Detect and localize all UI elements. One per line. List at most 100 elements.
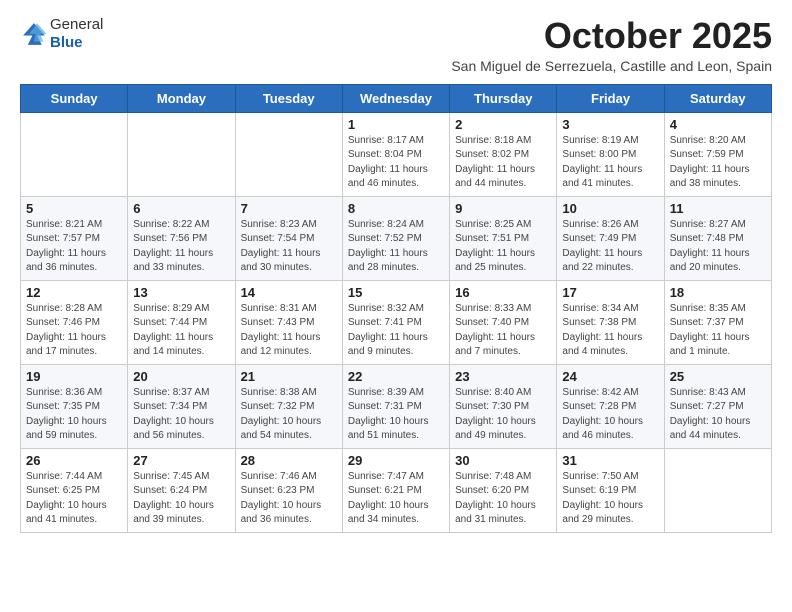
day-number: 19	[26, 369, 122, 384]
day-info: Sunrise: 8:27 AM Sunset: 7:48 PM Dayligh…	[670, 218, 766, 276]
calendar-cell: 13Sunrise: 8:29 AM Sunset: 7:44 PM Dayli…	[128, 280, 235, 364]
calendar-cell: 2 Sunrise: 8:18 AM Sunset: 8:02 PM Daylig…	[450, 112, 557, 196]
day-info: Sunrise: 8:28 AM Sunset: 7:46 PM Dayligh…	[26, 302, 122, 360]
day-info: Sunrise: 8:21 AM Sunset: 7:57 PM Dayligh…	[26, 218, 122, 276]
day-info: Sunrise: 8:20 AM Sunset: 7:59 PM Dayligh…	[670, 134, 766, 192]
calendar-cell: 16 Sunrise: 8:33 AM Sunset: 7:40 PM Dayli…	[450, 280, 557, 364]
calendar-cell: 21Sunrise: 8:38 AM Sunset: 7:32 PM Dayli…	[235, 364, 342, 448]
day-info: Sunrise: 8:19 AM Sunset: 8:00 PM Dayligh…	[562, 134, 658, 192]
calendar-week-row: 19 Sunrise: 8:36 AM Sunset: 7:35 PM Dayli…	[21, 364, 772, 448]
day-number: 7	[241, 201, 337, 216]
calendar-cell: 18 Sunrise: 8:35 AM Sunset: 7:37 PM Dayli…	[664, 280, 771, 364]
calendar-cell: 12 Sunrise: 8:28 AM Sunset: 7:46 PM Dayli…	[21, 280, 128, 364]
calendar-cell	[128, 112, 235, 196]
calendar-cell: 22Sunrise: 8:39 AM Sunset: 7:31 PM Dayli…	[342, 364, 449, 448]
calendar-cell: 20 Sunrise: 8:37 AM Sunset: 7:34 PM Dayli…	[128, 364, 235, 448]
day-number: 18	[670, 285, 766, 300]
calendar-cell: 9Sunrise: 8:25 AM Sunset: 7:51 PM Daylig…	[450, 196, 557, 280]
day-info: Sunrise: 8:43 AM Sunset: 7:27 PM Dayligh…	[670, 386, 766, 444]
calendar-cell: 11 Sunrise: 8:27 AM Sunset: 7:48 PM Dayli…	[664, 196, 771, 280]
day-number: 30	[455, 453, 551, 468]
calendar-cell: 3 Sunrise: 8:19 AM Sunset: 8:00 PM Daylig…	[557, 112, 664, 196]
calendar-cell	[21, 112, 128, 196]
calendar-cell: 8 Sunrise: 8:24 AM Sunset: 7:52 PM Daylig…	[342, 196, 449, 280]
day-number: 15	[348, 285, 444, 300]
day-number: 31	[562, 453, 658, 468]
day-number: 24	[562, 369, 658, 384]
day-number: 23	[455, 369, 551, 384]
day-number: 26	[26, 453, 122, 468]
day-number: 11	[670, 201, 766, 216]
day-number: 6	[133, 201, 229, 216]
calendar-cell: 31 Sunrise: 7:50 AM Sunset: 6:19 PM Dayli…	[557, 448, 664, 532]
day-info: Sunrise: 8:33 AM Sunset: 7:40 PM Dayligh…	[455, 302, 551, 360]
day-info: Sunrise: 8:26 AM Sunset: 7:49 PM Dayligh…	[562, 218, 658, 276]
subtitle: San Miguel de Serrezuela, Castille and L…	[451, 58, 772, 74]
calendar-cell: 29 Sunrise: 7:47 AM Sunset: 6:21 PM Dayli…	[342, 448, 449, 532]
day-info: Sunrise: 8:36 AM Sunset: 7:35 PM Dayligh…	[26, 386, 122, 444]
calendar-cell: 14 Sunrise: 8:31 AM Sunset: 7:43 PM Dayli…	[235, 280, 342, 364]
weekday-header: Friday	[557, 84, 664, 112]
calendar-week-row: 1Sunrise: 8:17 AM Sunset: 8:04 PM Daylig…	[21, 112, 772, 196]
calendar-cell: 26Sunrise: 7:44 AM Sunset: 6:25 PM Dayli…	[21, 448, 128, 532]
logo: General Blue	[20, 16, 103, 52]
calendar-cell: 24 Sunrise: 8:42 AM Sunset: 7:28 PM Dayli…	[557, 364, 664, 448]
day-info: Sunrise: 7:50 AM Sunset: 6:19 PM Dayligh…	[562, 470, 658, 528]
logo-icon	[20, 20, 48, 48]
calendar-cell: 4 Sunrise: 8:20 AM Sunset: 7:59 PM Daylig…	[664, 112, 771, 196]
day-number: 8	[348, 201, 444, 216]
day-info: Sunrise: 7:46 AM Sunset: 6:23 PM Dayligh…	[241, 470, 337, 528]
day-number: 5	[26, 201, 122, 216]
calendar-cell: 28 Sunrise: 7:46 AM Sunset: 6:23 PM Dayli…	[235, 448, 342, 532]
calendar-cell: 6 Sunrise: 8:22 AM Sunset: 7:56 PM Daylig…	[128, 196, 235, 280]
calendar-cell: 5 Sunrise: 8:21 AM Sunset: 7:57 PM Daylig…	[21, 196, 128, 280]
calendar-cell: 30Sunrise: 7:48 AM Sunset: 6:20 PM Dayli…	[450, 448, 557, 532]
logo-general: General	[50, 16, 103, 33]
calendar-cell: 19 Sunrise: 8:36 AM Sunset: 7:35 PM Dayli…	[21, 364, 128, 448]
day-info: Sunrise: 8:22 AM Sunset: 7:56 PM Dayligh…	[133, 218, 229, 276]
day-info: Sunrise: 8:31 AM Sunset: 7:43 PM Dayligh…	[241, 302, 337, 360]
day-number: 14	[241, 285, 337, 300]
day-info: Sunrise: 8:39 AM Sunset: 7:31 PM Dayligh…	[348, 386, 444, 444]
day-number: 16	[455, 285, 551, 300]
day-number: 27	[133, 453, 229, 468]
calendar-cell: 23Sunrise: 8:40 AM Sunset: 7:30 PM Dayli…	[450, 364, 557, 448]
weekday-header: Saturday	[664, 84, 771, 112]
day-info: Sunrise: 8:23 AM Sunset: 7:54 PM Dayligh…	[241, 218, 337, 276]
day-number: 4	[670, 117, 766, 132]
title-block: October 2025 San Miguel de Serrezuela, C…	[451, 16, 772, 74]
day-info: Sunrise: 8:42 AM Sunset: 7:28 PM Dayligh…	[562, 386, 658, 444]
day-number: 29	[348, 453, 444, 468]
calendar-cell: 1Sunrise: 8:17 AM Sunset: 8:04 PM Daylig…	[342, 112, 449, 196]
day-info: Sunrise: 8:24 AM Sunset: 7:52 PM Dayligh…	[348, 218, 444, 276]
day-number: 20	[133, 369, 229, 384]
day-info: Sunrise: 8:32 AM Sunset: 7:41 PM Dayligh…	[348, 302, 444, 360]
calendar-cell: 7 Sunrise: 8:23 AM Sunset: 7:54 PM Daylig…	[235, 196, 342, 280]
day-number: 10	[562, 201, 658, 216]
day-number: 3	[562, 117, 658, 132]
day-info: Sunrise: 7:47 AM Sunset: 6:21 PM Dayligh…	[348, 470, 444, 528]
logo-text: General Blue	[50, 16, 103, 52]
day-number: 28	[241, 453, 337, 468]
day-number: 25	[670, 369, 766, 384]
day-info: Sunrise: 8:35 AM Sunset: 7:37 PM Dayligh…	[670, 302, 766, 360]
day-number: 2	[455, 117, 551, 132]
day-info: Sunrise: 7:45 AM Sunset: 6:24 PM Dayligh…	[133, 470, 229, 528]
day-info: Sunrise: 8:18 AM Sunset: 8:02 PM Dayligh…	[455, 134, 551, 192]
weekday-header: Sunday	[21, 84, 128, 112]
calendar-week-row: 26Sunrise: 7:44 AM Sunset: 6:25 PM Dayli…	[21, 448, 772, 532]
day-info: Sunrise: 8:34 AM Sunset: 7:38 PM Dayligh…	[562, 302, 658, 360]
calendar-cell	[664, 448, 771, 532]
calendar-cell	[235, 112, 342, 196]
calendar-header-row: SundayMondayTuesdayWednesdayThursdayFrid…	[21, 84, 772, 112]
day-number: 12	[26, 285, 122, 300]
month-title: October 2025	[451, 16, 772, 56]
day-info: Sunrise: 8:37 AM Sunset: 7:34 PM Dayligh…	[133, 386, 229, 444]
page: General Blue October 2025 San Miguel de …	[0, 0, 792, 553]
day-number: 17	[562, 285, 658, 300]
calendar-cell: 15 Sunrise: 8:32 AM Sunset: 7:41 PM Dayli…	[342, 280, 449, 364]
calendar-week-row: 12 Sunrise: 8:28 AM Sunset: 7:46 PM Dayli…	[21, 280, 772, 364]
calendar-cell: 25 Sunrise: 8:43 AM Sunset: 7:27 PM Dayli…	[664, 364, 771, 448]
weekday-header: Thursday	[450, 84, 557, 112]
calendar-cell: 10 Sunrise: 8:26 AM Sunset: 7:49 PM Dayli…	[557, 196, 664, 280]
